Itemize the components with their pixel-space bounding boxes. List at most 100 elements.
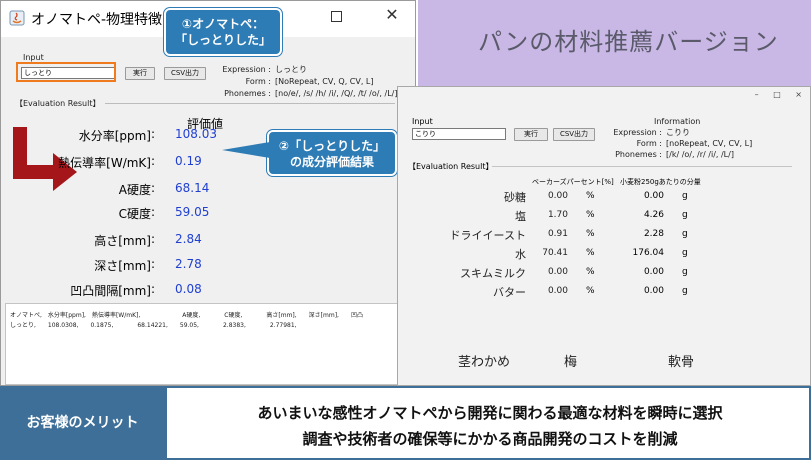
- maximize-button[interactable]: [321, 7, 351, 26]
- bakers-percent-header: ベーカーズパーセント[%]: [532, 178, 614, 186]
- eval-label: 深さ[mm]: [94, 259, 151, 273]
- banner-title: パンの材料推薦バージョン: [478, 28, 779, 56]
- percent-unit: %: [586, 191, 595, 201]
- ingredient-percent: 70.41: [542, 248, 568, 258]
- eval-row-depth: 深さ[mm] : 2.78: [1, 257, 261, 277]
- ingredient-grams: 0.00: [643, 286, 664, 296]
- minimize-button[interactable]: –: [755, 90, 759, 99]
- expression-value: こりり: [666, 128, 690, 137]
- ingredient-percent: 0.00: [547, 191, 568, 201]
- ingredient-name: 砂糖: [504, 191, 526, 204]
- right-app-window: – □ × Input こりり 実行 CSV出力 Information Exp…: [397, 86, 811, 386]
- phonemes-label: Phonemes :: [224, 89, 271, 98]
- grams-unit: g: [682, 267, 688, 277]
- csv-export-button[interactable]: CSV出力: [553, 128, 595, 141]
- eval-label: C硬度: [118, 207, 151, 221]
- extra-ingredient: 梅: [564, 355, 578, 370]
- form-label: Form :: [636, 139, 662, 148]
- eval-value: 2.78: [175, 257, 202, 271]
- information-block: Information Expression : こりり Form : [noRep…: [602, 116, 752, 160]
- expression-info: Expression : しっとり Form : [NoRepeat, CV, Q,…: [213, 64, 397, 100]
- information-title: Information: [654, 117, 701, 126]
- maximize-button[interactable]: □: [773, 90, 781, 99]
- expression-value: しっとり: [275, 65, 307, 74]
- csv-header-line: オノマトペ, 水分率[ppm], 熱伝導率[W/mK], A硬度, C硬度, 高…: [10, 312, 363, 319]
- eval-colon: :: [151, 205, 156, 219]
- form-label: Form :: [245, 77, 271, 86]
- eval-colon: :: [151, 154, 156, 168]
- ingredient-name: 塩: [515, 210, 526, 223]
- grams-unit: g: [682, 210, 688, 220]
- ingredient-row-butter: バター 0.00 % 0.00 g: [398, 284, 811, 302]
- ingredient-percent: 0.00: [547, 267, 568, 277]
- input-label: Input: [412, 117, 433, 126]
- merit-line-1: あいまいな感性オノマトペから開発に関わる最適な材料を瞬時に選択: [257, 404, 723, 422]
- ingredient-row-sugar: 砂糖 0.00 % 0.00 g: [398, 189, 811, 207]
- phonemes-value: [no/e/, /s/ /h/ /i/, /Q/, /t/ /o/, /L/]: [275, 89, 398, 98]
- expression-label: Expression :: [222, 65, 271, 74]
- phonemes-label: Phonemes :: [615, 150, 662, 159]
- grams-unit: g: [682, 286, 688, 296]
- ingredient-percent: 0.00: [547, 286, 568, 296]
- eval-colon: :: [151, 181, 156, 195]
- divider: [492, 166, 792, 167]
- callout-pointer: [222, 142, 270, 158]
- customer-merit-label: お客様のメリット: [0, 386, 165, 460]
- ingredient-grams: 2.28: [643, 229, 664, 239]
- ingredient-grams: 176.04: [632, 248, 665, 258]
- eval-colon: :: [151, 257, 156, 271]
- slide: オノマトペ-物理特徴 — ✕ Input しっとり 実行 CSV出力 Expre…: [0, 0, 811, 460]
- ingredient-grams: 0.00: [643, 267, 664, 277]
- divider: [105, 103, 395, 104]
- callout2-line1: ②「しっとりした」: [278, 139, 386, 153]
- ingredient-percent: 0.91: [547, 229, 568, 239]
- ingredient-name: バター: [493, 286, 526, 299]
- ingredient-grams: 4.26: [643, 210, 664, 220]
- eval-value: 0.19: [175, 154, 202, 168]
- onomatopoeia-input[interactable]: こりり: [412, 128, 506, 140]
- callout2-line2: の成分評価結果: [289, 155, 374, 169]
- eval-colon: :: [151, 282, 156, 296]
- eval-label: A硬度: [118, 183, 151, 197]
- extra-ingredient: 茎わかめ: [458, 355, 511, 370]
- eval-row-c-hardness: C硬度 : 59.05: [1, 205, 261, 225]
- ingredient-name: 水: [515, 248, 526, 261]
- eval-value: 2.84: [175, 232, 202, 246]
- left-app-window: オノマトペ-物理特徴 — ✕ Input しっとり 実行 CSV出力 Expre…: [0, 0, 416, 386]
- ingredient-row-yeast: ドライイースト 0.91 % 2.28 g: [398, 227, 811, 245]
- percent-unit: %: [586, 229, 595, 239]
- grams-header: 小麦粉250gあたりの分量: [620, 178, 701, 186]
- close-button[interactable]: ✕: [377, 5, 407, 24]
- eval-value: 59.05: [175, 205, 210, 219]
- phonemes-value: [/k/ /o/, /r/ /i/, /L/]: [666, 150, 734, 159]
- run-button[interactable]: 実行: [514, 128, 548, 141]
- grams-unit: g: [682, 248, 688, 258]
- ingredient-row-water: 水 70.41 % 176.04 g: [398, 246, 811, 264]
- eval-label: 凹凸間隔[mm]: [70, 284, 151, 298]
- callout1-line1: ①オノマトペ：: [181, 17, 265, 31]
- percent-unit: %: [586, 210, 595, 220]
- input-highlight-box: [16, 62, 116, 82]
- ingredient-grams: 0.00: [643, 191, 664, 201]
- form-value: [NoRepeat, CV, Q, CV, L]: [275, 77, 374, 86]
- eval-label: 熱伝導率[W/mK]: [58, 156, 151, 170]
- csv-output-area[interactable]: オノマトペ, 水分率[ppm], 熱伝導率[W/mK], A硬度, C硬度, 高…: [5, 303, 409, 385]
- merit-description: あいまいな感性オノマトペから開発に関わる最適な材料を瞬時に選択 調査や技術者の確…: [165, 386, 811, 460]
- eval-colon: :: [151, 232, 156, 246]
- eval-row-a-hardness: A硬度 : 68.14: [1, 181, 261, 201]
- csv-values-line: しっとり, 108.0308, 0.1875, 68.14221, 59.05,…: [10, 322, 297, 329]
- eval-value: 68.14: [175, 181, 210, 195]
- run-button[interactable]: 実行: [125, 67, 155, 80]
- ingredient-name: スキムミルク: [460, 267, 526, 280]
- csv-export-button[interactable]: CSV出力: [164, 67, 206, 80]
- merit-line-2: 調査や技術者の確保等にかかる商品開発のコストを削減: [302, 430, 678, 448]
- callout1-line2: 「しっとりした」: [174, 33, 271, 47]
- evaluation-result-header: 【Evaluation Result】: [408, 162, 494, 171]
- form-value: [noRepeat, CV, CV, L]: [666, 139, 753, 148]
- grams-unit: g: [682, 229, 688, 239]
- expression-label: Expression :: [613, 128, 662, 137]
- ingredient-row-salt: 塩 1.70 % 4.26 g: [398, 208, 811, 226]
- close-button[interactable]: ×: [795, 90, 802, 99]
- callout-result: ②「しっとりした」 の成分評価結果: [267, 130, 397, 176]
- ingredient-percent: 1.70: [547, 210, 568, 220]
